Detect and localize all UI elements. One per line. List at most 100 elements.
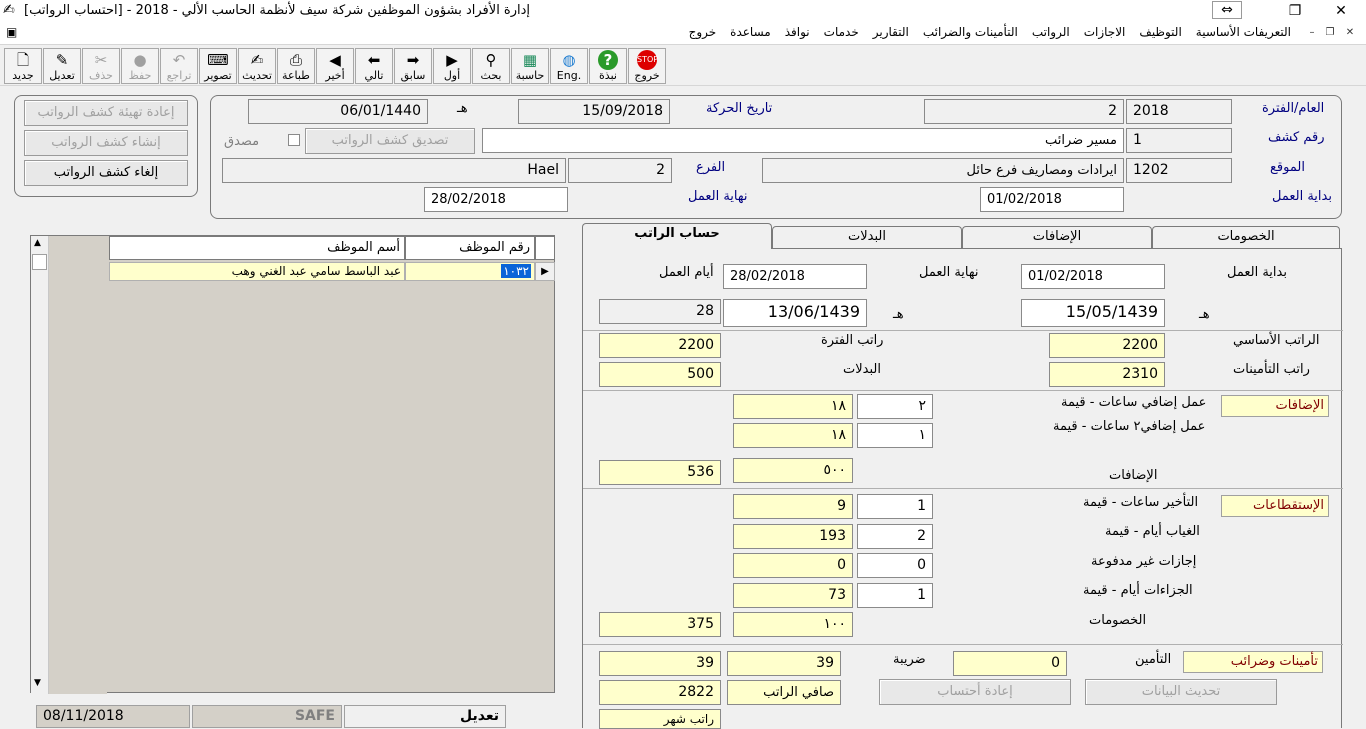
calculator-icon: ▦ xyxy=(522,51,538,69)
additions-sub-field[interactable]: ٥٠٠ xyxy=(733,458,853,483)
scroll-up-icon[interactable]: ▲ xyxy=(34,238,41,248)
salary-work-end-field[interactable]: 28/02/2018 xyxy=(723,264,867,289)
statement-desc-field[interactable]: مسير ضرائب xyxy=(482,128,1124,153)
overtime2-hours-field[interactable]: ١ xyxy=(857,423,933,448)
unpaid-value-field[interactable]: 0 xyxy=(733,553,853,578)
tab-salary-calculation[interactable]: حساب الراتب xyxy=(582,223,772,249)
toolbar-button-5[interactable]: ⌨ تصوير xyxy=(199,48,237,84)
toolbar-button-13[interactable]: ▦ حاسبة xyxy=(511,48,549,84)
menu-item-7[interactable]: نوافذ xyxy=(785,25,810,39)
location-code-field[interactable]: 1202 xyxy=(1126,158,1232,183)
overtime1-value-field[interactable]: ١٨ xyxy=(733,394,853,419)
previous-record-icon: ➡ xyxy=(406,51,420,69)
toolbar-button-4[interactable]: ↶ تراجع xyxy=(160,48,198,84)
allowances-field[interactable]: 500 xyxy=(599,362,721,387)
salary-work-start-field[interactable]: 01/02/2018 xyxy=(1021,264,1165,289)
grid-vertical-scrollbar[interactable]: ▲ ▼ xyxy=(31,236,49,694)
branch-code-field[interactable]: 2 xyxy=(568,158,672,183)
late-value-field[interactable]: 9 xyxy=(733,494,853,519)
approved-label: مصدق xyxy=(224,134,260,149)
restore-icon[interactable]: ⇔ xyxy=(1212,1,1242,19)
start-hijri-field[interactable]: 15/05/1439 xyxy=(1021,299,1165,327)
year-field[interactable]: 2018 xyxy=(1126,99,1232,124)
movement-date-hijri-field[interactable]: 06/01/1440 xyxy=(248,99,428,124)
current-row-icon: ▶ xyxy=(535,262,555,281)
approved-checkbox[interactable] xyxy=(288,134,300,146)
close-icon[interactable]: ✕ xyxy=(1322,0,1360,22)
statement-no-field[interactable]: 1 xyxy=(1126,128,1232,153)
menu-item-6[interactable]: خدمات xyxy=(824,25,859,39)
deductions-total-field[interactable]: 375 xyxy=(599,612,721,637)
absence-value-field[interactable]: 193 xyxy=(733,524,853,549)
toolbar-button-1[interactable]: ✎ تعديل xyxy=(43,48,81,84)
toolbar-button-14[interactable]: ◍ Eng. xyxy=(550,48,588,84)
create-statement-button[interactable]: إنشاء كشف الرواتب xyxy=(24,130,188,156)
cell-emp-name[interactable]: عبد الباسط سامي عبد الغني وهب xyxy=(109,262,405,281)
toolbar-button-11[interactable]: ▶ أول xyxy=(433,48,471,84)
scroll-down-icon[interactable]: ▼ xyxy=(34,678,41,688)
menu-item-1[interactable]: التوظيف xyxy=(1139,25,1181,39)
net-salary-field[interactable]: 2822 xyxy=(599,680,721,705)
basic-salary-field[interactable]: 2200 xyxy=(1049,333,1165,358)
absence-days-field[interactable]: 2 xyxy=(857,524,933,549)
period-salary-field[interactable]: 2200 xyxy=(599,333,721,358)
menu-item-2[interactable]: الاجازات xyxy=(1084,25,1126,39)
cell-emp-no[interactable]: ١٠٣٢ xyxy=(405,262,535,281)
toolbar-button-6[interactable]: ✍ تحديث xyxy=(238,48,276,84)
tab-deductions[interactable]: الخصومات xyxy=(1152,226,1340,248)
overtime1-hours-field[interactable]: ٢ xyxy=(857,394,933,419)
menu-item-4[interactable]: التأمينات والضرائب xyxy=(923,25,1018,39)
toolbar-button-12[interactable]: ⚲ بحث xyxy=(472,48,510,84)
movement-date-field[interactable]: 15/09/2018 xyxy=(518,99,670,124)
toolbar-button-8[interactable]: ◀ أخير xyxy=(316,48,354,84)
toolbar-button-2[interactable]: ✂ حذف xyxy=(82,48,120,84)
col-header-emp-name[interactable]: أسم الموظف xyxy=(109,236,405,260)
additions-total-field[interactable]: 536 xyxy=(599,460,721,485)
toolbar-button-0[interactable]: 🗋 جديد xyxy=(4,48,42,84)
update-data-button[interactable]: تحديث البيانات xyxy=(1085,679,1277,705)
tax-field[interactable]: 39 xyxy=(727,651,841,676)
location-label: الموقع xyxy=(1270,160,1305,175)
end-hijri-field[interactable]: 13/06/1439 xyxy=(723,299,867,327)
late-hours-field[interactable]: 1 xyxy=(857,494,933,519)
toolbar-button-10[interactable]: ➡ سابق xyxy=(394,48,432,84)
scroll-thumb[interactable] xyxy=(32,254,47,270)
penalties-value-field[interactable]: 73 xyxy=(733,583,853,608)
work-end-field[interactable]: 28/02/2018 xyxy=(424,187,568,212)
toolbar-button-3[interactable]: ● حفظ xyxy=(121,48,159,84)
insurance-field[interactable]: 0 xyxy=(953,651,1067,676)
location-name-field[interactable]: ايرادات ومصاريف فرع حائل xyxy=(762,158,1124,183)
tab-allowances[interactable]: البدلات xyxy=(772,226,962,248)
mdi-restore-icon[interactable]: ❐ xyxy=(1323,26,1337,40)
toolbar-button-9[interactable]: ⬅ تالي xyxy=(355,48,393,84)
approve-statement-button[interactable]: تصديق كشف الرواتب xyxy=(305,128,475,154)
maximize-icon[interactable]: ❐ xyxy=(1276,0,1314,22)
cancel-statement-button[interactable]: إلغاء كشف الرواتب xyxy=(24,160,188,186)
menu-item-8[interactable]: مساعدة xyxy=(730,25,771,39)
toolbar-button-7[interactable]: ⎙ طباعة xyxy=(277,48,315,84)
mdi-close-icon[interactable]: ✕ xyxy=(1343,26,1357,40)
toolbar-button-15[interactable]: ? نبذة xyxy=(589,48,627,84)
recalculate-button[interactable]: إعادة أحتساب xyxy=(879,679,1071,705)
branch-name-field[interactable]: Hael xyxy=(222,158,566,183)
tax-total-field[interactable]: 39 xyxy=(599,651,721,676)
work-days-field[interactable]: 28 xyxy=(599,299,721,324)
menu-item-3[interactable]: الرواتب xyxy=(1032,25,1070,39)
work-start-field[interactable]: 01/02/2018 xyxy=(980,187,1124,212)
period-field[interactable]: 2 xyxy=(924,99,1124,124)
insurance-salary-label: راتب التأمينات xyxy=(1233,362,1310,377)
menu-item-0[interactable]: التعريفات الأساسية xyxy=(1196,25,1291,39)
toolbar-button-16[interactable]: STOP خروج xyxy=(628,48,666,84)
mdi-minimize-icon[interactable]: – xyxy=(1305,26,1319,40)
reprepare-statement-button[interactable]: إعادة تهيئة كشف الرواتب xyxy=(24,100,188,126)
penalties-days-field[interactable]: 1 xyxy=(857,583,933,608)
tab-additions[interactable]: الإضافات xyxy=(962,226,1152,248)
overtime2-value-field[interactable]: ١٨ xyxy=(733,423,853,448)
menu-item-9[interactable]: خروج xyxy=(689,25,717,39)
deductions-sub-field[interactable]: ١٠٠ xyxy=(733,612,853,637)
insurance-salary-field[interactable]: 2310 xyxy=(1049,362,1165,387)
system-menu-icon[interactable]: ▣ xyxy=(6,25,17,39)
menu-item-5[interactable]: التقارير xyxy=(873,25,909,39)
unpaid-days-field[interactable]: 0 xyxy=(857,553,933,578)
col-header-emp-no[interactable]: رقم الموظف xyxy=(405,236,535,260)
